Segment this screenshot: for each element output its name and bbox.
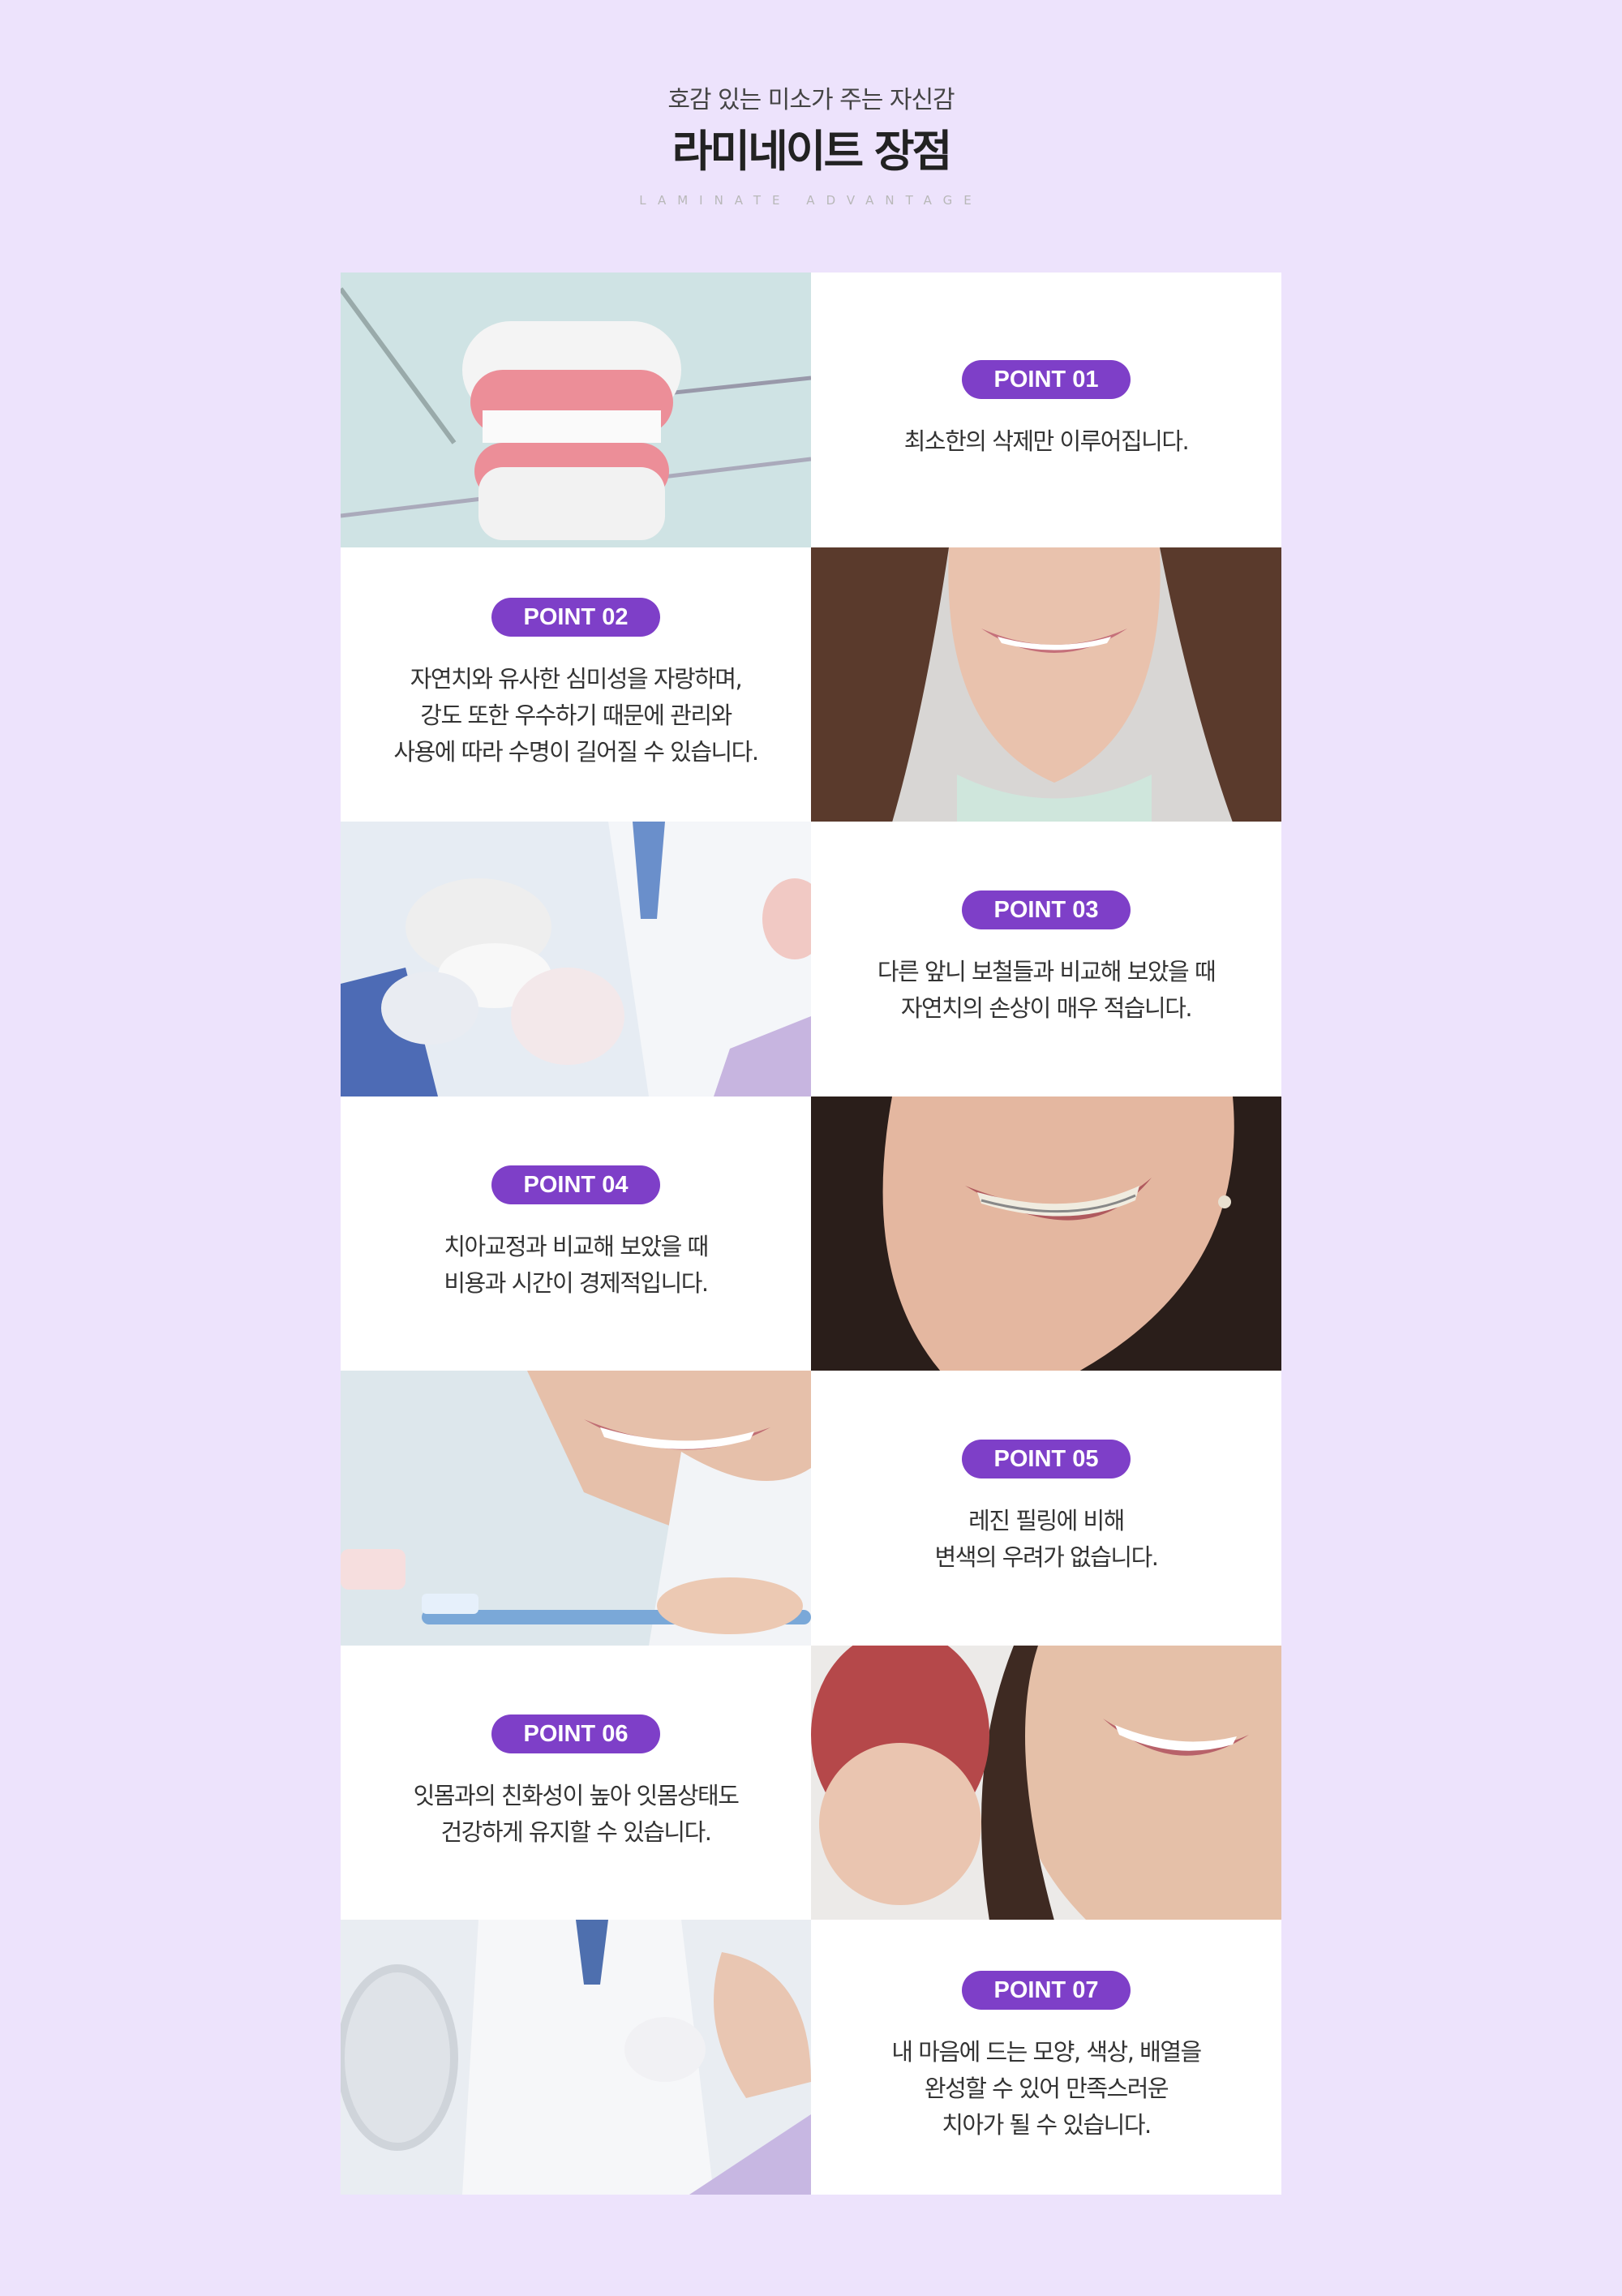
point-badge: POINT 06 (491, 1714, 661, 1753)
point-description: 최소한의 삭제만 이루어집니다. (903, 427, 1190, 455)
header-english-caption: LAMINATE ADVANTAGE (639, 193, 983, 208)
photo-dentist-holding-model (341, 822, 811, 1097)
point-card-1: POINT 01 최소한의 삭제만 이루어집니다. (811, 273, 1281, 547)
point-description: 내 마음에 드는 모양, 색상, 배열을 완성할 수 있어 만족스러운 치아가 … (891, 2037, 1202, 2139)
point-card-2: POINT 02 자연치와 유사한 심미성을 자랑하며, 강도 또한 우수하기 … (341, 547, 811, 822)
advantage-row-6: POINT 06 잇몸과의 친화성이 높아 잇몸상태도 건강하게 유지할 수 있… (341, 1645, 1281, 1920)
point-badge: POINT 01 (961, 359, 1131, 399)
point-description: 자연치와 유사한 심미성을 자랑하며, 강도 또한 우수하기 때문에 관리와 사… (393, 665, 759, 766)
page-title: 라미네이트 장점 (672, 126, 953, 177)
point-badge: POINT 07 (961, 1970, 1131, 2010)
advantage-row-1: POINT 01 최소한의 삭제만 이루어집니다. (341, 273, 1281, 547)
point-card-7: POINT 07 내 마음에 드는 모양, 색상, 배열을 완성할 수 있어 만… (811, 1920, 1281, 2195)
point-badge: POINT 02 (491, 598, 661, 637)
point-card-4: POINT 04 치아교정과 비교해 보았을 때 비용과 시간이 경제적입니다. (341, 1096, 811, 1371)
point-card-3: POINT 03 다른 앞니 보철들과 비교해 보았을 때 자연치의 손상이 매… (811, 822, 1281, 1097)
point-description: 레진 필링에 비해 변색의 우려가 없습니다. (934, 1507, 1159, 1572)
point-card-6: POINT 06 잇몸과의 친화성이 높아 잇몸상태도 건강하게 유지할 수 있… (341, 1645, 811, 1920)
photo-dentist-with-patient-mirror (341, 1920, 811, 2195)
advantage-row-2: POINT 02 자연치와 유사한 심미성을 자랑하며, 강도 또한 우수하기 … (341, 547, 1281, 822)
photo-woman-with-apple (811, 1645, 1281, 1920)
header-subtitle: 호감 있는 미소가 주는 자신감 (667, 86, 955, 114)
point-card-5: POINT 05 레진 필링에 비해 변색의 우려가 없습니다. (811, 1371, 1281, 1646)
advantage-row-3: POINT 03 다른 앞니 보철들과 비교해 보았을 때 자연치의 손상이 매… (341, 822, 1281, 1097)
advantage-row-7: POINT 07 내 마음에 드는 모양, 색상, 배열을 완성할 수 있어 만… (341, 1920, 1281, 2195)
advantages-grid: POINT 01 최소한의 삭제만 이루어집니다. POINT 02 자연치와 … (341, 273, 1281, 2195)
photo-dental-model (341, 273, 811, 547)
point-badge: POINT 04 (491, 1165, 661, 1204)
advantage-row-5: POINT 05 레진 필링에 비해 변색의 우려가 없습니다. (341, 1371, 1281, 1646)
point-badge: POINT 03 (961, 891, 1131, 930)
photo-smiling-woman (811, 547, 1281, 822)
point-description: 잇몸과의 친화성이 높아 잇몸상태도 건강하게 유지할 수 있습니다. (413, 1781, 740, 1846)
photo-smile-with-braces (811, 1096, 1281, 1371)
advantage-row-4: POINT 04 치아교정과 비교해 보았을 때 비용과 시간이 경제적입니다. (341, 1096, 1281, 1371)
point-description: 치아교정과 비교해 보았을 때 비용과 시간이 경제적입니다. (444, 1232, 709, 1297)
photo-woman-with-toothbrush (341, 1371, 811, 1646)
point-badge: POINT 05 (961, 1440, 1131, 1479)
point-description: 다른 앞니 보철들과 비교해 보았을 때 자연치의 손상이 매우 적습니다. (877, 958, 1216, 1023)
